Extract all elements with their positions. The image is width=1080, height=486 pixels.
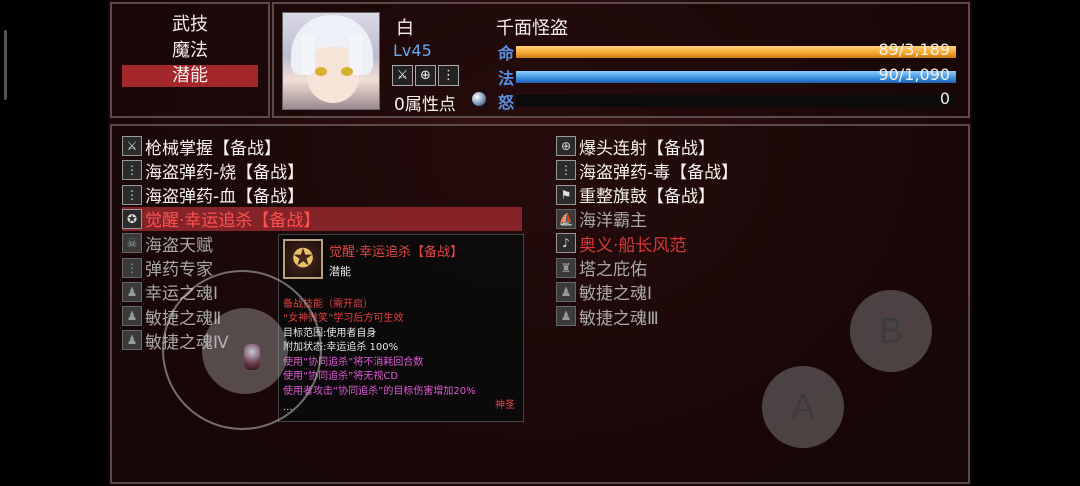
captain-icon: ♪	[556, 233, 576, 254]
skill-label: 弹药专家	[145, 260, 213, 280]
b-button[interactable]: B	[850, 290, 932, 372]
tooltip-type: 潜能	[329, 265, 351, 278]
ship-icon: ⛵	[556, 208, 576, 229]
character-level: Lv45	[393, 41, 432, 60]
menu-item-martial[interactable]: 武技	[122, 14, 258, 36]
ammo-icon: ⋮	[122, 160, 142, 181]
character-title: 千面怪盗	[496, 18, 568, 39]
skill-item[interactable]: ♟ 敏捷之魂Ⅰ	[556, 280, 652, 304]
game-screen: 武技 魔法 潜能 白 千面怪盗 Lv45 ⚔ ⊕ ⋮ 0属性点 命 89/3,1…	[108, 0, 972, 486]
tower-icon: ♜	[556, 257, 576, 278]
a-button[interactable]: A	[762, 366, 844, 448]
skill-label: 奥义·船长风范	[579, 235, 687, 256]
skill-item[interactable]: ♪ 奥义·船长风范	[556, 231, 687, 256]
character-portrait	[282, 12, 380, 110]
tooltip-element: 神圣	[495, 400, 515, 411]
mp-label: 法	[498, 69, 515, 88]
rage-value: 0	[939, 89, 950, 108]
skull-icon: ☠	[122, 233, 142, 254]
skill-item[interactable]: ⚑ 重整旗鼓【备战】	[556, 183, 715, 207]
ammo-icon: ⋮	[556, 160, 576, 181]
soul-icon: ♟	[122, 330, 142, 351]
skill-label: 塔之庇佑	[579, 260, 647, 280]
skill-label: 海盗天赋	[145, 235, 213, 256]
character-info-panel: 白 千面怪盗 Lv45 ⚔ ⊕ ⋮ 0属性点 命 89/3,189 法 90/1…	[272, 2, 970, 118]
skill-item[interactable]: ⊕ 爆头连射【备战】	[556, 134, 715, 159]
skill-label: 爆头连射【备战】	[579, 138, 715, 159]
soul-icon: ♟	[556, 306, 576, 327]
skill-label: 海盗弹药-血【备战】	[145, 187, 305, 208]
skill-item[interactable]: ⋮ 海盗弹药-烧【备战】	[122, 158, 305, 183]
skill-label: 重整旗鼓【备战】	[579, 187, 715, 208]
flag-icon: ⚑	[556, 184, 576, 205]
soul-icon: ♟	[122, 281, 142, 302]
skill-item[interactable]: ⚔ 枪械掌握【备战】	[122, 134, 281, 159]
mp-value: 90/1,090	[878, 65, 950, 84]
hp-value: 89/3,189	[878, 40, 950, 59]
attribute-points: 0属性点	[394, 95, 456, 115]
rage-bar	[516, 95, 956, 107]
menu-item-magic[interactable]: 魔法	[122, 40, 258, 62]
crosshair-icon[interactable]: ⊕	[415, 65, 436, 86]
system-edge-indicator	[4, 30, 7, 100]
skill-category-menu: 武技 魔法 潜能	[110, 2, 270, 118]
skill-item[interactable]: ⋮ 海盗弹药-血【备战】	[122, 183, 304, 207]
skill-label: 觉醒·幸运追杀【备战】	[145, 211, 321, 232]
skill-item[interactable]: ♜ 塔之庇佑	[556, 256, 647, 280]
equipped-skill-icons: ⚔ ⊕ ⋮	[392, 65, 459, 86]
skill-label: 海盗弹药-烧【备战】	[145, 162, 305, 183]
skill-item[interactable]: ⋮ 弹药专家	[122, 256, 213, 280]
crosshair-icon: ⊕	[556, 136, 576, 156]
menu-item-potential[interactable]: 潜能	[122, 65, 258, 87]
skill-label: 海盗弹药-毒【备战】	[579, 162, 739, 183]
skill-label: 敏捷之魂Ⅲ	[579, 308, 659, 329]
player-sprite	[244, 344, 260, 370]
soul-icon: ♟	[122, 306, 142, 327]
character-name: 白	[396, 18, 414, 39]
skill-item[interactable]: ♟ 敏捷之魂Ⅲ	[556, 304, 659, 329]
skill-item[interactable]: ✪ 觉醒·幸运追杀【备战】	[122, 206, 522, 232]
star-icon: ✪	[122, 208, 142, 229]
skill-item[interactable]: ⋮ 海盗弹药-毒【备战】	[556, 158, 739, 183]
ammo-icon: ⋮	[122, 257, 142, 278]
skill-label: 枪械掌握【备战】	[145, 138, 281, 159]
skill-item[interactable]: ⛵ 海洋霸主	[556, 207, 647, 231]
sword-icon: ⚔	[122, 136, 142, 156]
attribute-orb-icon[interactable]	[472, 92, 486, 106]
ammo-icon: ⋮	[122, 184, 142, 205]
skill-label: 海洋霸主	[579, 211, 647, 232]
tooltip-title: 觉醒·幸运追杀【备战】	[329, 245, 464, 260]
skill-label: 敏捷之魂Ⅰ	[579, 284, 653, 305]
skill-item[interactable]: ☠ 海盗天赋	[122, 231, 213, 256]
sword-icon[interactable]: ⚔	[392, 65, 413, 86]
star-icon: ✪	[283, 239, 323, 279]
soul-icon: ♟	[556, 281, 576, 302]
rage-label: 怒	[498, 93, 515, 112]
hp-label: 命	[498, 44, 515, 63]
ammo-icon[interactable]: ⋮	[438, 65, 459, 86]
